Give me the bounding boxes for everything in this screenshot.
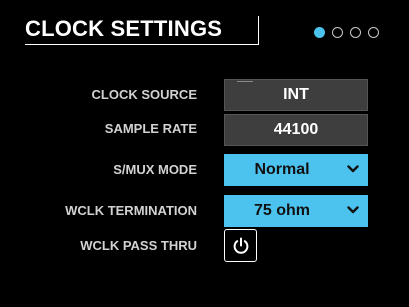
page-dot-1[interactable] xyxy=(314,27,325,38)
clock-source-value: INT xyxy=(283,86,309,103)
chevron-down-icon xyxy=(347,206,359,214)
chevron-down-icon xyxy=(347,165,359,173)
clock-settings-panel: CLOCK SETTINGS CLOCK SOURCE INT SAMPLE R… xyxy=(0,0,409,307)
wclk-pass-thru-label: WCLK PASS THRU xyxy=(80,238,197,253)
page-dot-2[interactable] xyxy=(332,27,343,38)
title-underline xyxy=(25,44,259,45)
sample-rate-value: 44100 xyxy=(273,121,319,138)
page-indicator xyxy=(314,27,379,38)
wclk-termination-select[interactable]: 75 ohm xyxy=(224,195,368,227)
sample-rate-label: SAMPLE RATE xyxy=(104,121,197,136)
page-title: CLOCK SETTINGS xyxy=(25,16,223,41)
page-dot-4[interactable] xyxy=(368,27,379,38)
sample-rate-field: 44100 xyxy=(224,114,368,146)
smux-mode-label: S/MUX MODE xyxy=(113,162,197,177)
title-divider xyxy=(258,16,259,45)
wclk-pass-thru-toggle[interactable] xyxy=(224,229,257,262)
smux-mode-value: Normal xyxy=(254,161,310,178)
wclk-termination-value: 75 ohm xyxy=(253,202,310,219)
field-indicator-mark xyxy=(237,81,253,82)
power-icon xyxy=(233,237,248,254)
clock-source-field[interactable]: INT xyxy=(224,79,368,111)
page-dot-3[interactable] xyxy=(350,27,361,38)
clock-source-label: CLOCK SOURCE xyxy=(91,87,197,102)
smux-mode-select[interactable]: Normal xyxy=(224,154,368,186)
wclk-termination-label: WCLK TERMINATION xyxy=(65,203,197,218)
